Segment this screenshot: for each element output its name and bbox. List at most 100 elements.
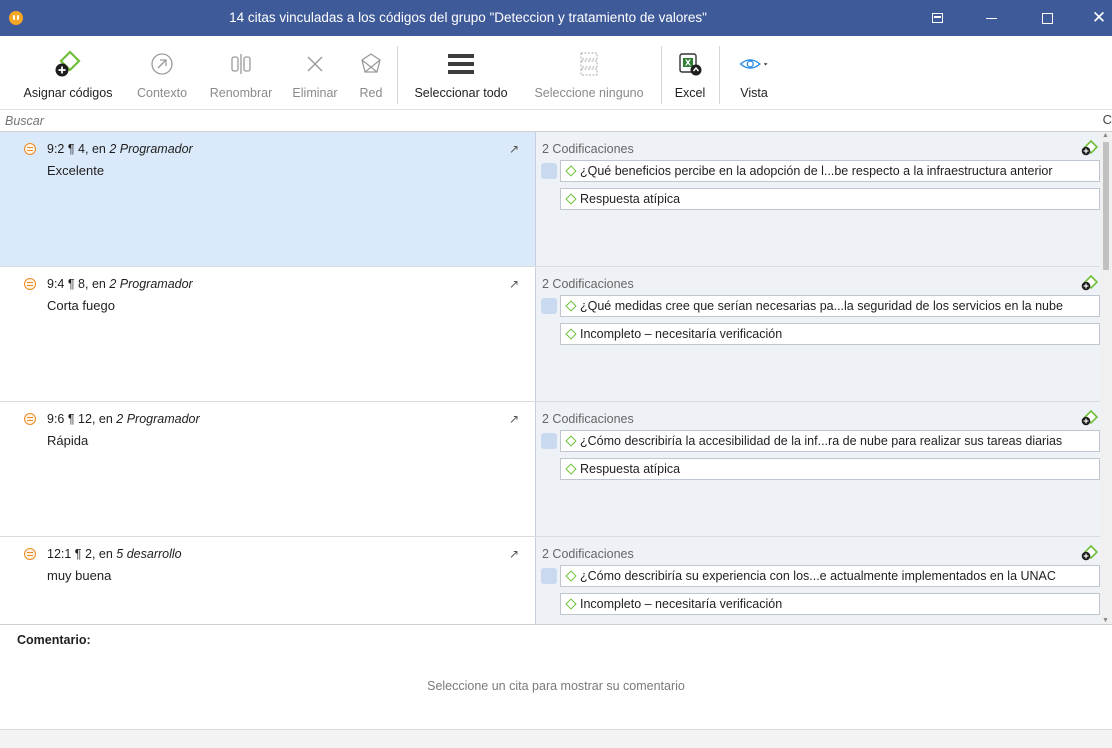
context-arrow-icon [147, 50, 177, 78]
quotation-row[interactable]: 9:4 ¶ 8, en 2 Programador Corta fuego ↗ … [0, 267, 1100, 402]
code-diamond-icon [565, 598, 577, 610]
eye-icon [739, 50, 769, 78]
code-label: Incompleto – necesitaría verificación [580, 597, 783, 611]
code-label: ¿Qué beneficios percibe en la adopción d… [580, 164, 1053, 178]
scroll-up-icon[interactable]: ▲ [1102, 132, 1109, 139]
minimize-icon [985, 17, 997, 19]
comment-placeholder: Seleccione un cita para mostrar su comen… [427, 679, 685, 693]
code-item[interactable]: Incompleto – necesitaría verificación [560, 593, 1100, 615]
quotation-cell[interactable]: 12:1 ¶ 2, en 5 desarrollo muy buena ↗ [0, 537, 535, 624]
quotation-text: Excelente [47, 163, 105, 178]
select-all-button[interactable]: Seleccionar todo [404, 36, 518, 106]
quotation-header: 12:1 ¶ 2, en 5 desarrollo [47, 547, 182, 561]
codings-cell: 2 Codificaciones ¿Qué beneficios percibe… [535, 132, 1100, 266]
quotation-cell[interactable]: 9:4 ¶ 8, en 2 Programador Corta fuego ↗ [0, 267, 535, 401]
quotation-icon [24, 413, 36, 425]
delete-label: Eliminar [292, 86, 338, 100]
scroll-down-icon[interactable]: ▼ [1102, 617, 1109, 624]
context-button[interactable]: Contexto [130, 36, 194, 106]
open-quotation-arrow-icon[interactable]: ↗ [509, 412, 519, 426]
scrollbar-thumb[interactable] [1103, 142, 1109, 270]
code-diamond-icon [565, 193, 577, 205]
quotation-id: 9:6 ¶ 12, [47, 412, 96, 426]
code-diamond-icon [565, 435, 577, 447]
quotation-location-prefix: en [91, 277, 106, 291]
pin-icon [931, 13, 943, 23]
quotation-id: 12:1 ¶ 2, [47, 547, 96, 561]
add-code-icon[interactable] [1080, 545, 1098, 561]
quotation-text: muy buena [47, 568, 112, 583]
maximize-icon [1041, 12, 1053, 24]
assign-codes-button[interactable]: Asignar códigos [14, 36, 122, 106]
quotation-header: 9:4 ¶ 8, en 2 Programador [47, 277, 193, 291]
codings-cell: 2 Codificaciones ¿Cómo describiría su ex… [535, 537, 1100, 624]
quotation-row[interactable]: 12:1 ¶ 2, en 5 desarrollo muy buena ↗ 2 … [0, 537, 1100, 624]
title-bar: 14 citas vinculadas a los códigos del gr… [0, 0, 1112, 36]
coding-select-checkbox[interactable] [541, 298, 557, 314]
quotation-cell[interactable]: 9:2 ¶ 4, en 2 Programador Excelente ↗ [0, 132, 535, 266]
network-icon [356, 50, 386, 78]
network-button[interactable]: Red [352, 36, 390, 106]
delete-button[interactable]: Eliminar [284, 36, 346, 106]
view-label: Vista [740, 86, 768, 100]
code-label: Respuesta atípica [580, 192, 681, 206]
maximize-button[interactable] [1024, 0, 1070, 36]
close-icon: ✕ [1091, 8, 1107, 28]
code-item[interactable]: Incompleto – necesitaría verificación [560, 323, 1100, 345]
quotation-row[interactable]: 9:6 ¶ 12, en 2 Programador Rápida ↗ 2 Co… [0, 402, 1100, 537]
code-item[interactable]: ¿Cómo describiría su experiencia con los… [560, 565, 1100, 587]
code-label: Respuesta atípica [580, 462, 681, 476]
quotation-id: 9:4 ¶ 8, [47, 277, 89, 291]
code-diamond-icon [565, 328, 577, 340]
quotation-location-prefix: en [91, 142, 106, 156]
minimize-button[interactable] [968, 0, 1014, 36]
add-code-icon[interactable] [1080, 410, 1098, 426]
network-label: Red [359, 86, 383, 100]
quotation-text: Rápida [47, 433, 89, 448]
code-diamond-icon [565, 165, 577, 177]
add-code-icon[interactable] [1080, 275, 1098, 291]
comment-heading: Comentario: [17, 633, 91, 647]
select-all-label: Seleccionar todo [414, 86, 508, 100]
code-diamond-icon [565, 463, 577, 475]
code-item[interactable]: Respuesta atípica [560, 458, 1100, 480]
coding-select-checkbox[interactable] [541, 163, 557, 179]
search-input[interactable] [0, 110, 1100, 131]
quotation-header: 9:6 ¶ 12, en 2 Programador [47, 412, 200, 426]
delete-x-icon [300, 50, 330, 78]
code-item[interactable]: ¿Qué medidas cree que serían necesarias … [560, 295, 1100, 317]
coding-select-checkbox[interactable] [541, 433, 557, 449]
quotation-icon [24, 143, 36, 155]
quotation-row[interactable]: 9:2 ¶ 4, en 2 Programador Excelente ↗ 2 … [0, 132, 1100, 267]
select-none-icon [574, 50, 604, 78]
assign-codes-icon [53, 50, 83, 78]
rename-label: Renombrar [209, 86, 273, 100]
quotation-id: 9:2 ¶ 4, [47, 142, 89, 156]
open-quotation-arrow-icon[interactable]: ↗ [509, 277, 519, 291]
pin-window-button[interactable] [914, 0, 960, 36]
open-quotation-arrow-icon[interactable]: ↗ [509, 142, 519, 156]
status-bar [0, 729, 1112, 748]
coding-select-checkbox[interactable] [541, 568, 557, 584]
quotation-icon [24, 548, 36, 560]
code-item[interactable]: Respuesta atípica [560, 188, 1100, 210]
vertical-scrollbar[interactable]: ▲ ▼ [1100, 132, 1112, 624]
codings-count: 2 Codificaciones [542, 547, 634, 561]
add-code-icon[interactable] [1080, 140, 1098, 156]
rename-button[interactable]: Renombrar [200, 36, 282, 106]
close-button[interactable]: ✕ [1076, 0, 1112, 36]
excel-export-button[interactable]: X Excel [668, 36, 712, 106]
codings-cell: 2 Codificaciones ¿Cómo describiría la ac… [535, 402, 1100, 536]
code-diamond-icon [565, 570, 577, 582]
quotation-location-prefix: en [98, 412, 113, 426]
code-item[interactable]: ¿Cómo describiría la accesibilidad de la… [560, 430, 1100, 452]
quotation-cell[interactable]: 9:6 ¶ 12, en 2 Programador Rápida ↗ [0, 402, 535, 536]
search-icon[interactable]: C [1103, 112, 1112, 127]
search-bar: C [0, 110, 1112, 132]
view-button[interactable]: Vista [726, 36, 782, 106]
select-none-button[interactable]: Seleccione ninguno [522, 36, 656, 106]
code-label: Incompleto – necesitaría verificación [580, 327, 783, 341]
comment-panel: Comentario: Seleccione un cita para most… [0, 624, 1112, 729]
code-item[interactable]: ¿Qué beneficios percibe en la adopción d… [560, 160, 1100, 182]
open-quotation-arrow-icon[interactable]: ↗ [509, 547, 519, 561]
